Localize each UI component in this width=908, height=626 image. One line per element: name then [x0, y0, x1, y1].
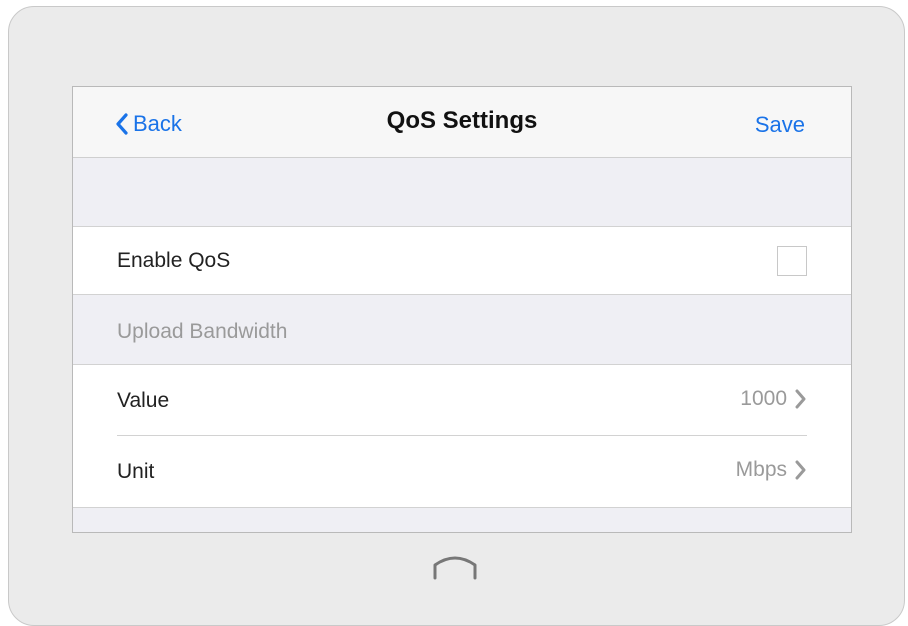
save-button[interactable]: Save [755, 112, 805, 138]
navigation-bar: Back QoS Settings Save [73, 87, 851, 158]
section-header-label: Upload Bandwidth [117, 320, 288, 343]
bottom-spacer [73, 508, 851, 532]
value-row[interactable]: Value 1000 [73, 365, 851, 436]
app-screen: Back QoS Settings Save Enable QoS Upload… [72, 86, 852, 533]
value-detail: 1000 [740, 387, 807, 411]
enable-qos-checkbox[interactable] [777, 246, 807, 276]
upload-bandwidth-group: Value 1000 Unit Mbps [73, 364, 851, 508]
upload-bandwidth-section-header: Upload Bandwidth [73, 295, 851, 364]
enable-qos-label: Enable QoS [117, 249, 231, 272]
home-button[interactable] [431, 553, 479, 586]
unit-row[interactable]: Unit Mbps [73, 436, 851, 507]
top-spacer [73, 158, 851, 226]
chevron-right-icon [795, 389, 806, 409]
unit-label: Unit [117, 460, 155, 483]
enable-qos-row: Enable QoS [73, 226, 851, 295]
value-label: Value [117, 389, 170, 412]
unit-detail: Mbps [736, 458, 807, 482]
page-title: QoS Settings [386, 107, 538, 134]
chevron-right-icon [795, 460, 806, 480]
value-current: 1000 [740, 387, 787, 410]
home-button-icon [433, 556, 477, 580]
unit-current: Mbps [735, 458, 787, 481]
